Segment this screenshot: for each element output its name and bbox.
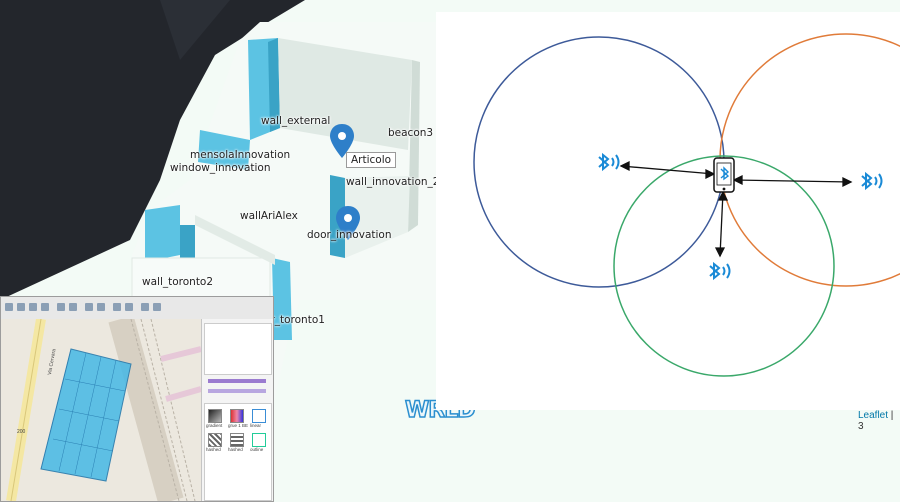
label-wall-innovation-2: wall_innovation_2 [346, 176, 440, 188]
style-swatch-6[interactable] [252, 433, 266, 447]
leaflet-link[interactable]: Leaflet [858, 410, 888, 421]
arrow-left [620, 165, 715, 175]
map-attribution: Leaflet | 3 [858, 410, 894, 432]
gis-toolbar[interactable] [1, 297, 273, 320]
trilateration-diagram [436, 12, 900, 410]
label-wall-toronto2: wall_toronto2 [142, 276, 214, 288]
style-swatch-4[interactable] [208, 433, 222, 447]
label-wall-external: wall_external [261, 115, 331, 127]
range-circle-right [719, 33, 900, 287]
label-beacon3: beacon3 [388, 127, 434, 139]
style-swatch-2[interactable] [230, 409, 244, 423]
style-swatch-1[interactable] [208, 409, 222, 423]
label-door-innovation: door_innovation [307, 229, 392, 241]
bluetooth-beacon-right-icon [861, 171, 883, 191]
gis-layer-panel[interactable]: gradient grue 1 BE linear hashed hashed … [201, 319, 273, 501]
label-mensola: mensolaInnovation [190, 149, 291, 161]
gis-editor-window[interactable]: Via Cervara 200 gradient grue 1 BE linea… [0, 296, 274, 502]
style-swatch-3[interactable] [252, 409, 266, 423]
label-wallarialex: wallAriAlex [240, 210, 298, 222]
side-number: 200 [17, 429, 26, 435]
gis-map-canvas[interactable]: Via Cervara 200 [1, 319, 201, 501]
style-swatch-5[interactable] [230, 433, 244, 447]
label-window: window_innovation [170, 162, 271, 174]
bluetooth-beacon-bottom-icon [709, 261, 731, 281]
phone-icon [713, 157, 735, 193]
bluetooth-beacon-left-icon [598, 152, 620, 172]
pin-tooltip: Articolo [346, 152, 397, 168]
arrow-down [719, 191, 724, 257]
